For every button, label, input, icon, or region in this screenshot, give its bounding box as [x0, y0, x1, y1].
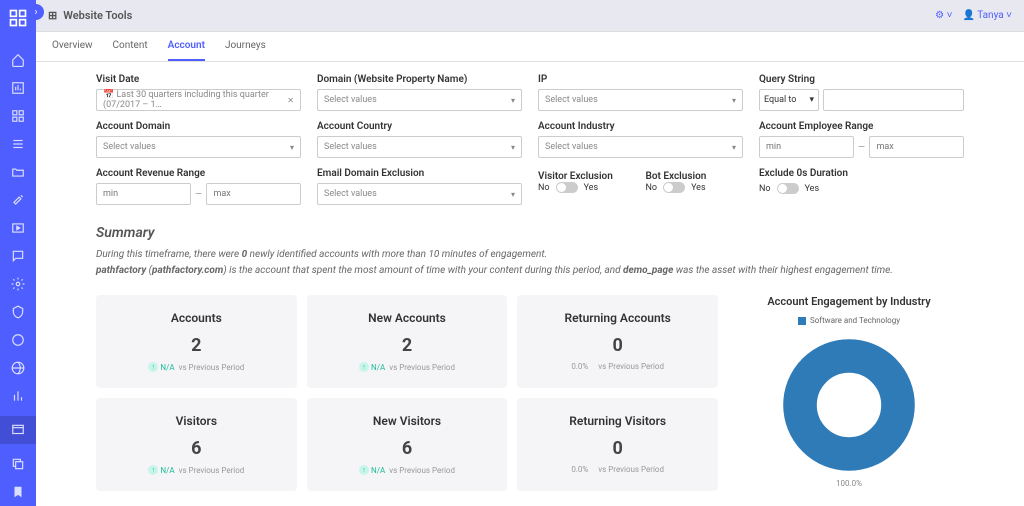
query-operator-select[interactable]: Equal to▾: [759, 89, 819, 111]
account-domain-select[interactable]: Select values▾: [96, 136, 301, 158]
tab-account[interactable]: Account: [168, 32, 205, 61]
user-menu[interactable]: 👤 Tanya ˅: [962, 10, 1012, 21]
card-returning-accounts: Returning Accounts 0 0.0% vs Previous Pe…: [517, 295, 718, 388]
summary-heading: Summary: [96, 225, 964, 241]
website-tools-icon[interactable]: [0, 416, 36, 444]
employee-range-label: Account Employee Range: [759, 121, 964, 132]
message-icon[interactable]: [10, 248, 26, 264]
chart-title: Account Engagement by Industry: [734, 295, 964, 308]
visitor-exclusion-toggle[interactable]: [556, 182, 578, 193]
tools-icon[interactable]: [10, 192, 26, 208]
bot-exclusion-toggle[interactable]: [663, 182, 685, 193]
page-title: ⊞ Website Tools: [48, 9, 132, 22]
card-new-visitors: New Visitors 6 ↑N/Avs Previous Period: [307, 398, 508, 491]
card-new-accounts: New Accounts 2 ↑N/Avs Previous Period: [307, 295, 508, 388]
globe-icon[interactable]: [10, 360, 26, 376]
expand-sidebar-button[interactable]: ›: [28, 4, 44, 20]
logo-icon: [8, 8, 28, 28]
visitor-exclusion-label: Visitor Exclusion: [538, 171, 613, 182]
account-domain-label: Account Domain: [96, 121, 301, 132]
folder-icon[interactable]: [10, 164, 26, 180]
chart-percent-label: 100.0%: [734, 479, 964, 488]
query-string-label: Query String: [759, 74, 964, 85]
bookmark-icon[interactable]: [10, 484, 26, 500]
ip-select[interactable]: Select values▾: [538, 89, 743, 111]
shield-icon[interactable]: [10, 304, 26, 320]
chart-legend: Software and Technology: [734, 316, 964, 325]
revenue-min-input[interactable]: [96, 183, 191, 205]
revenue-range-label: Account Revenue Range: [96, 168, 301, 179]
bars-icon[interactable]: [10, 388, 26, 404]
account-country-select[interactable]: Select values▾: [317, 136, 522, 158]
play-icon[interactable]: [10, 220, 26, 236]
copy-icon[interactable]: [10, 456, 26, 472]
account-industry-select[interactable]: Select values▾: [538, 136, 743, 158]
list-icon[interactable]: [10, 136, 26, 152]
tab-overview[interactable]: Overview: [52, 32, 93, 61]
email-exclusion-label: Email Domain Exclusion: [317, 168, 522, 179]
topbar: ⊞ Website Tools ⚙ ˅ 👤 Tanya ˅: [36, 0, 1024, 32]
account-industry-label: Account Industry: [538, 121, 743, 132]
donut-chart: [779, 335, 919, 475]
chart-icon[interactable]: [10, 80, 26, 96]
summary-section: Summary During this timeframe, there wer…: [96, 225, 964, 279]
email-exclusion-select[interactable]: Select values▾: [317, 183, 522, 205]
card-accounts: Accounts 2 ↑N/Avs Previous Period: [96, 295, 297, 388]
sidebar: ›: [0, 0, 36, 506]
tab-content[interactable]: Content: [113, 32, 148, 61]
home-icon[interactable]: [10, 52, 26, 68]
exclude-0s-label: Exclude 0s Duration: [759, 168, 964, 179]
domain-label: Domain (Website Property Name): [317, 74, 522, 85]
tabs: Overview Content Account Journeys: [36, 32, 1024, 62]
query-string-input[interactable]: [823, 89, 964, 111]
chart-panel: Account Engagement by Industry Software …: [734, 295, 964, 491]
card-visitors: Visitors 6 ↑N/Avs Previous Period: [96, 398, 297, 491]
visit-date-label: Visit Date: [96, 74, 301, 85]
tab-journeys[interactable]: Journeys: [225, 32, 266, 61]
ip-label: IP: [538, 74, 743, 85]
card-returning-visitors: Returning Visitors 0 0.0% vs Previous Pe…: [517, 398, 718, 491]
grid-icon[interactable]: [10, 108, 26, 124]
domain-select[interactable]: Select values▾: [317, 89, 522, 111]
gauge-icon: ⊞: [48, 9, 57, 22]
revenue-max-input[interactable]: [206, 183, 301, 205]
visit-date-select[interactable]: 📅 Last 30 quarters including this quarte…: [96, 89, 301, 111]
gear-icon[interactable]: [10, 276, 26, 292]
lock-icon[interactable]: [10, 332, 26, 348]
employee-min-input[interactable]: [759, 136, 854, 158]
bot-exclusion-label: Bot Exclusion: [646, 171, 707, 182]
employee-max-input[interactable]: [869, 136, 964, 158]
exclude-0s-toggle[interactable]: [777, 183, 799, 194]
settings-dropdown[interactable]: ⚙ ˅: [935, 10, 952, 21]
account-country-label: Account Country: [317, 121, 522, 132]
